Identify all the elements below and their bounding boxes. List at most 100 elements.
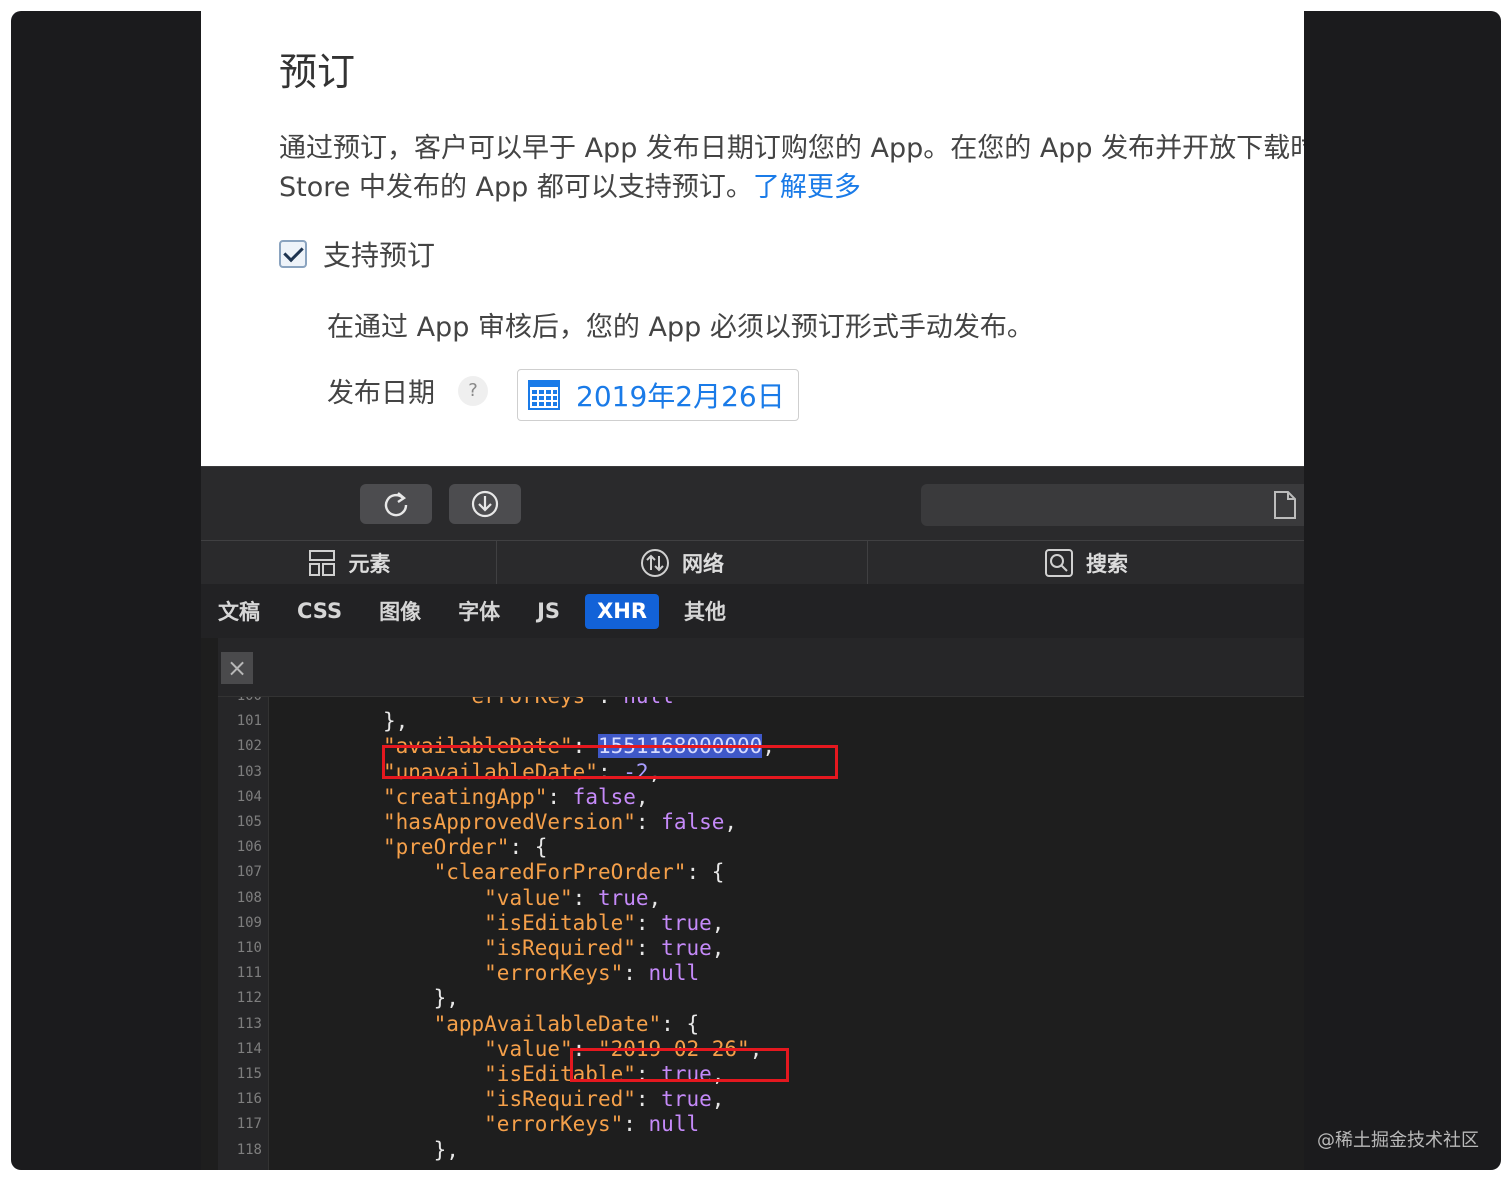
code-token: : bbox=[635, 810, 662, 834]
tab-network[interactable]: 网络 bbox=[497, 541, 868, 585]
description-line-2: Store 中发布的 App 都可以支持预订。了解更多 bbox=[279, 168, 1304, 207]
code-token: : bbox=[635, 936, 662, 960]
code-token: "creatingApp" bbox=[383, 784, 548, 809]
code-line: 101}, bbox=[218, 709, 1304, 734]
code-line: 117 "errorKeys": null bbox=[218, 1112, 1304, 1137]
code-token: "errorKeys" bbox=[484, 1112, 624, 1137]
code-line: 113 "appAvailableDate": { bbox=[218, 1012, 1304, 1037]
code-token: true bbox=[661, 936, 712, 960]
line-number: 101 bbox=[236, 713, 262, 730]
code-text: }, bbox=[383, 986, 459, 1011]
line-number: 103 bbox=[236, 763, 262, 780]
line-number: 117 bbox=[236, 1116, 262, 1133]
description-line-2-text: Store 中发布的 App 都可以支持预订。 bbox=[279, 172, 753, 203]
code-text: "errorKeys": null bbox=[383, 1112, 699, 1137]
devtools-tabs: 元素 网络 搜索 bbox=[201, 540, 1304, 586]
code-token: "hasApprovedVersion" bbox=[383, 810, 636, 834]
resource-filter-bar: 文稿 CSS 图像 字体 JS XHR 其他 bbox=[201, 584, 1304, 638]
preorder-checkbox[interactable] bbox=[279, 240, 307, 268]
filter-documents[interactable]: 文稿 bbox=[206, 591, 272, 632]
filter-other[interactable]: 其他 bbox=[672, 591, 738, 632]
code-line: 116 "isRequired": true, bbox=[218, 1087, 1304, 1112]
filter-field[interactable] bbox=[921, 484, 1304, 526]
response-viewer: 100 "errorKeys": null101},102"availableD… bbox=[218, 638, 1304, 1170]
code-token: , bbox=[711, 1087, 725, 1112]
filter-js[interactable]: JS bbox=[525, 594, 572, 629]
code-text: "clearedForPreOrder": { bbox=[383, 860, 725, 885]
code-token: : bbox=[623, 961, 649, 986]
code-text: "value": true, bbox=[383, 886, 661, 911]
highlight-box-app-available-date bbox=[570, 1048, 789, 1082]
help-icon[interactable]: ? bbox=[458, 376, 488, 406]
code-text: "errorKeys": null bbox=[383, 961, 699, 986]
line-number: 113 bbox=[236, 1015, 262, 1032]
reload-icon bbox=[384, 492, 408, 517]
code-token: : bbox=[623, 1112, 649, 1137]
code-line: 106 "preOrder": { bbox=[218, 835, 1304, 860]
code-token: , bbox=[648, 885, 662, 910]
page-title: 预订 bbox=[279, 50, 356, 94]
elements-icon bbox=[308, 550, 335, 576]
code-token: "value" bbox=[484, 885, 573, 910]
code-line: 108 "value": true, bbox=[218, 886, 1304, 911]
tab-network-label: 网络 bbox=[682, 552, 724, 576]
code-token: null bbox=[648, 1112, 700, 1137]
code-text: "isRequired": true, bbox=[383, 1087, 724, 1112]
preorder-checkbox-row[interactable]: 支持预订 bbox=[279, 237, 435, 272]
code-token: "value" bbox=[484, 1036, 573, 1061]
network-icon bbox=[641, 549, 669, 577]
code-token: , bbox=[724, 810, 738, 834]
line-number: 110 bbox=[236, 940, 262, 956]
release-date-picker[interactable]: 2019年2月26日 bbox=[517, 369, 799, 421]
code-token: , bbox=[711, 910, 725, 935]
code-line: 110 "isRequired": true, bbox=[218, 936, 1304, 961]
calendar-icon bbox=[528, 380, 560, 410]
code-line: 109 "isEditable": true, bbox=[218, 911, 1304, 936]
code-line: 118 }, bbox=[218, 1138, 1304, 1163]
code-text: "appAvailableDate": { bbox=[383, 1011, 700, 1037]
preorder-description: 通过预订，客户可以早于 App 发布日期订购您的 App。在您的 App 发布并… bbox=[279, 129, 1304, 207]
line-number: 102 bbox=[236, 738, 262, 755]
line-number: 116 bbox=[236, 1091, 262, 1108]
viewer-header: × bbox=[218, 638, 1304, 697]
release-date-label: 发布日期 bbox=[327, 378, 435, 409]
code-token: true bbox=[597, 885, 649, 910]
code-token: : bbox=[635, 910, 662, 935]
filter-xhr[interactable]: XHR bbox=[585, 593, 659, 629]
close-icon[interactable]: × bbox=[221, 652, 253, 684]
release-note: 在通过 App 审核后，您的 App 必须以预订形式手动发布。 bbox=[327, 312, 1034, 343]
filter-fonts[interactable]: 字体 bbox=[446, 591, 512, 632]
code-token: "clearedForPreOrder" bbox=[433, 860, 687, 885]
code-line: 112 }, bbox=[218, 986, 1304, 1011]
code-token: true bbox=[661, 910, 712, 935]
code-line: 105 "hasApprovedVersion": false, bbox=[218, 810, 1304, 835]
code-token: }, bbox=[433, 1137, 459, 1162]
code-token: : bbox=[635, 1087, 662, 1112]
filter-images[interactable]: 图像 bbox=[367, 591, 433, 632]
filter-css[interactable]: CSS bbox=[285, 594, 354, 629]
line-number: 107 bbox=[236, 864, 262, 881]
code-token: true bbox=[661, 1087, 712, 1112]
code-token: "preOrder" bbox=[383, 835, 510, 860]
code-token: : { bbox=[509, 835, 548, 860]
code-token: false bbox=[661, 810, 725, 834]
code-token: "appAvailableDate" bbox=[433, 1011, 662, 1036]
learn-more-link[interactable]: 了解更多 bbox=[753, 172, 861, 203]
line-number: 106 bbox=[236, 839, 262, 856]
search-icon bbox=[1045, 549, 1073, 577]
download-button[interactable] bbox=[449, 484, 521, 524]
tab-elements[interactable]: 元素 bbox=[201, 541, 497, 585]
line-number: 115 bbox=[236, 1066, 262, 1082]
code-token: "isEditable" bbox=[484, 910, 636, 935]
code-token: "errorKeys" bbox=[484, 961, 624, 986]
code-text: "isRequired": true, bbox=[383, 936, 724, 961]
tab-search[interactable]: 搜索 bbox=[868, 541, 1304, 585]
reload-button[interactable] bbox=[360, 484, 432, 524]
